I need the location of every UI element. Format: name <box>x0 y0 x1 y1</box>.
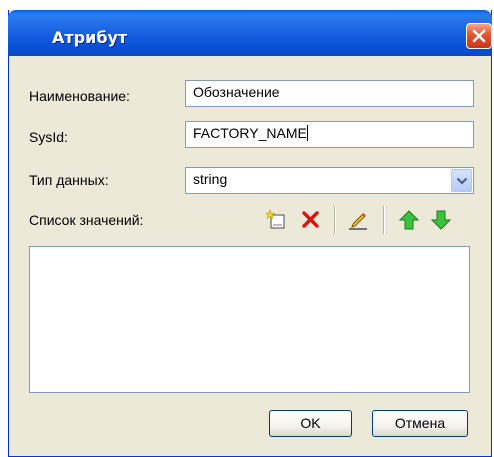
values-list-label: Список значений: <box>29 212 144 228</box>
text-caret <box>306 125 308 141</box>
window-title: Атрибут <box>52 28 128 47</box>
name-input-value: Обозначение <box>193 84 280 100</box>
toolbar-separator <box>383 206 385 234</box>
values-listbox[interactable] <box>29 246 470 393</box>
sysid-label: SysId: <box>29 129 68 145</box>
toolbar-separator <box>334 206 336 234</box>
name-input[interactable]: Обозначение <box>185 80 474 107</box>
close-icon <box>472 29 486 43</box>
move-up-icon[interactable] <box>398 209 420 231</box>
datatype-select[interactable]: string <box>185 167 474 194</box>
datatype-label: Тип данных: <box>29 172 109 188</box>
cancel-button[interactable]: Отмена <box>372 410 468 437</box>
sysid-input-value: FACTORY_NAME <box>193 125 307 141</box>
edit-pencil-icon[interactable] <box>347 209 369 231</box>
title-bar[interactable]: Атрибут <box>8 10 492 56</box>
chevron-down-icon <box>456 177 468 185</box>
datatype-selected-value: string <box>193 171 228 187</box>
dropdown-button[interactable] <box>451 169 472 192</box>
ok-button[interactable]: OK <box>269 410 352 437</box>
close-button[interactable] <box>466 23 492 49</box>
name-label: Наименование: <box>29 88 130 104</box>
delete-icon[interactable] <box>300 209 322 231</box>
move-down-icon[interactable] <box>430 209 452 231</box>
new-item-icon[interactable] <box>264 209 288 231</box>
sysid-input[interactable]: FACTORY_NAME <box>185 121 474 148</box>
